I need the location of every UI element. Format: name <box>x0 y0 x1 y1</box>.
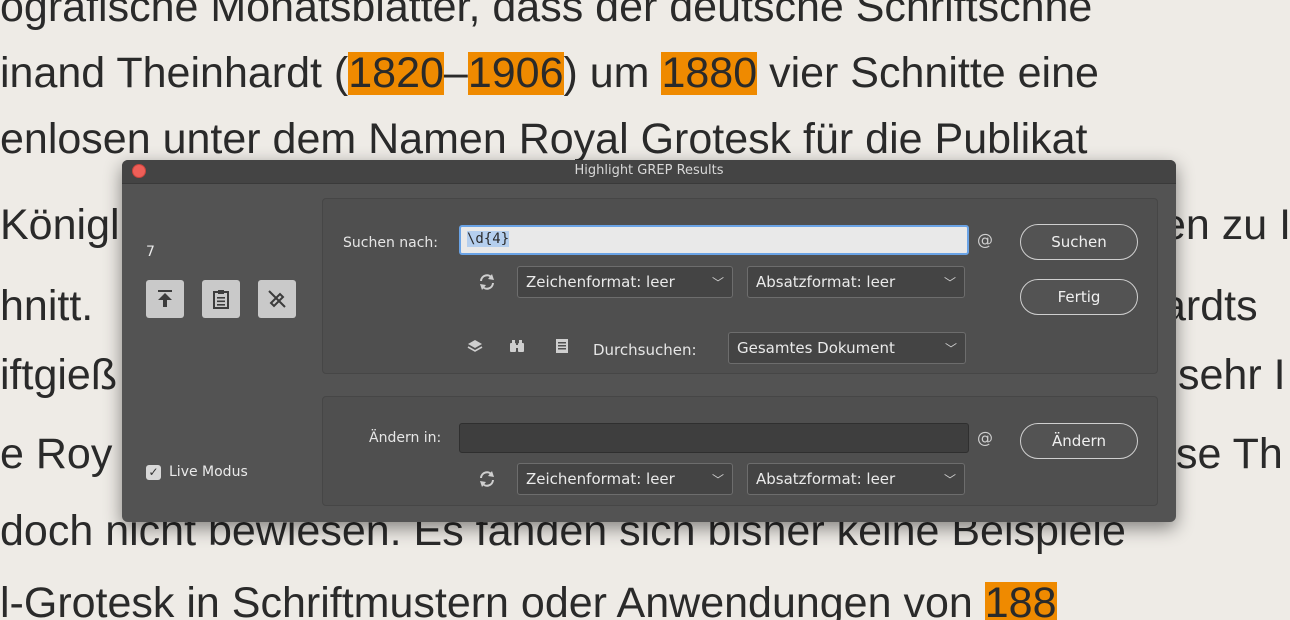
dialog-titlebar[interactable]: Highlight GREP Results <box>122 160 1176 184</box>
include-layers-button[interactable] <box>467 339 483 357</box>
grep-match-highlight: 1880 <box>661 49 758 97</box>
document-text: ografische Monatsblätter, dass der deuts… <box>0 0 1093 31</box>
find-char-style-dropdown[interactable]: Zeichenformat: leer ﹀ <box>517 266 733 298</box>
document-text-fragment: se Th <box>1176 430 1283 478</box>
change-special-chars-button[interactable]: @ <box>977 428 993 447</box>
grep-match-highlight: 1906 <box>467 49 564 97</box>
chevron-down-icon: ﹀ <box>944 341 957 356</box>
document-text-line: hnitt. <box>0 285 93 328</box>
document-text: ) um <box>563 49 662 97</box>
change-char-style-dropdown[interactable]: Zeichenformat: leer ﹀ <box>517 463 733 495</box>
document-text: iftgieß <box>0 351 118 399</box>
document-text: e Roy <box>0 430 113 478</box>
clipboard-icon <box>213 290 229 309</box>
find-special-chars-button[interactable]: @ <box>977 230 993 249</box>
highlight-grep-dialog: Highlight GREP Results 7 ✓ Live Modus Su… <box>122 160 1176 522</box>
change-para-style-dropdown[interactable]: Absatzformat: leer ﹀ <box>747 463 965 495</box>
change-para-style-value: Absatzformat: leer <box>756 470 896 488</box>
document-text-line: Königl <box>0 204 120 247</box>
change-swap-button[interactable] <box>478 470 496 492</box>
jump-to-top-button[interactable] <box>146 280 184 318</box>
document-text-fragment: en zu I <box>1162 201 1290 249</box>
chevron-down-icon: ﹀ <box>711 275 724 290</box>
document-text-line: enlosen unter dem Namen Royal Grotesk fü… <box>0 118 1088 161</box>
jump-to-top-icon <box>158 290 172 307</box>
find-input-value: \d{4} <box>467 231 510 247</box>
binoculars-icon <box>510 340 524 352</box>
search-scope-label: Durchsuchen: <box>593 341 697 359</box>
document-text-line: l-Grotesk in Schriftmustern oder Anwendu… <box>0 582 1057 620</box>
document-text-fragment: sehr I <box>1178 351 1286 399</box>
document-text: – <box>443 49 468 97</box>
layers-icon <box>467 340 483 352</box>
live-mode-checkbox[interactable]: ✓ <box>146 464 161 480</box>
document-icon <box>556 339 568 353</box>
clipboard-button[interactable] <box>202 280 240 318</box>
search-scope-dropdown[interactable]: Gesamtes Dokument ﹀ <box>728 332 966 364</box>
chevron-down-icon: ﹀ <box>943 275 956 290</box>
search-button[interactable]: Suchen <box>1020 224 1138 260</box>
find-label: Suchen nach: <box>343 235 439 251</box>
document-text: vier Schnitte eine <box>757 49 1099 97</box>
live-mode-label: Live Modus <box>169 464 248 480</box>
live-mode-toggle[interactable]: ✓ Live Modus <box>146 464 248 480</box>
find-para-style-dropdown[interactable]: Absatzformat: leer ﹀ <box>747 266 965 298</box>
document-text: enlosen unter dem Namen Royal Grotesk fü… <box>0 115 1088 163</box>
done-button[interactable]: Fertig <box>1020 279 1138 315</box>
dialog-title: Highlight GREP Results <box>574 163 724 178</box>
include-hidden-button[interactable] <box>509 339 525 357</box>
swap-arrows-icon <box>480 274 494 290</box>
clear-highlight-button[interactable] <box>258 280 296 318</box>
document-text-fragment: ardts <box>1162 282 1258 330</box>
chevron-down-icon: ﹀ <box>711 472 724 487</box>
change-input[interactable] <box>459 423 969 453</box>
find-swap-button[interactable] <box>478 273 496 295</box>
document-text-line: iftgieß <box>0 354 117 397</box>
chevron-down-icon: ﹀ <box>943 472 956 487</box>
find-input[interactable]: \d{4} <box>459 225 969 255</box>
document-text: l-Grotesk in Schriftmustern oder Anwendu… <box>0 579 985 620</box>
grep-match-highlight: 1820 <box>348 49 444 97</box>
document-text: Königl <box>0 201 120 249</box>
search-scope-value: Gesamtes Dokument <box>737 339 895 357</box>
document-text-line: e Roy <box>0 433 112 476</box>
document-text: inand Theinhardt ( <box>0 49 349 97</box>
find-para-style-value: Absatzformat: leer <box>756 273 896 291</box>
find-char-style-value: Zeichenformat: leer <box>526 273 675 291</box>
document-text-line: inand Theinhardt (1820–1906) um 1880 vie… <box>0 52 1099 95</box>
document-text: hnitt. <box>0 282 94 330</box>
swap-arrows-icon <box>480 471 494 487</box>
clear-highlight-icon <box>268 290 286 308</box>
include-masters-button[interactable] <box>555 338 569 358</box>
document-text-line: ografische Monatsblätter, dass der deuts… <box>0 0 1092 29</box>
grep-match-highlight: 188 <box>984 582 1057 620</box>
change-button[interactable]: Ändern <box>1020 423 1138 459</box>
change-label: Ändern in: <box>369 430 442 446</box>
change-char-style-value: Zeichenformat: leer <box>526 470 675 488</box>
result-count: 7 <box>146 244 155 260</box>
